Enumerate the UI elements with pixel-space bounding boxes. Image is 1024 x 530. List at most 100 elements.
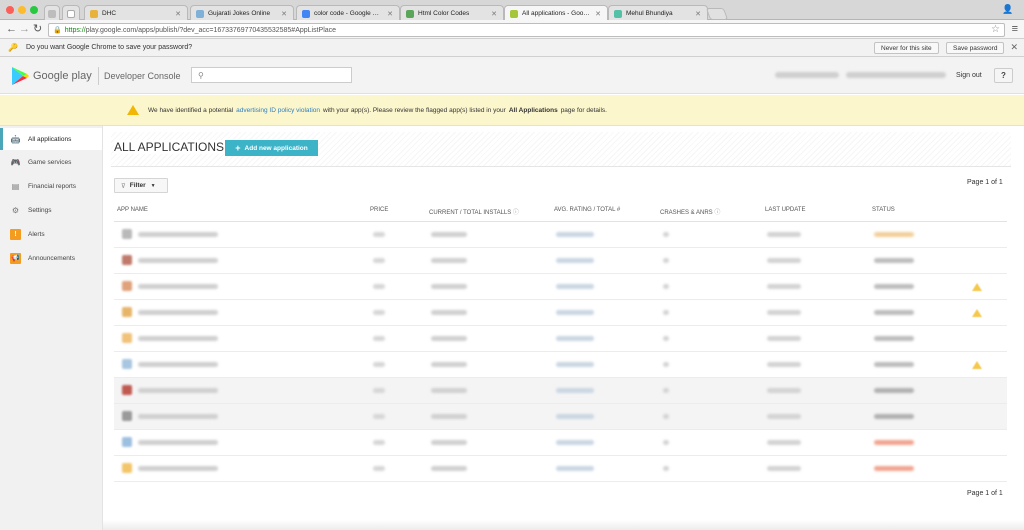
crashes-cell xyxy=(663,310,669,315)
row-warning-icon[interactable] xyxy=(972,309,982,317)
sidebar-item-label: Settings xyxy=(28,206,52,214)
main-content: ALL APPLICATIONS + Add new application ⊽… xyxy=(103,126,1024,530)
brand-name: Google play xyxy=(33,70,92,82)
sign-out-link[interactable]: Sign out xyxy=(956,72,982,79)
sidebar-item-announcements[interactable]: 📢 Announcements xyxy=(0,247,102,269)
zoom-window-button[interactable] xyxy=(30,6,38,14)
price-cell xyxy=(373,336,385,341)
app-name-cell xyxy=(138,362,218,367)
installs-cell xyxy=(431,440,467,445)
table-row[interactable] xyxy=(114,352,1007,378)
rating-cell xyxy=(556,258,594,263)
sidebar-item-financial-reports[interactable]: ▤ Financial reports xyxy=(0,175,102,197)
close-window-button[interactable] xyxy=(6,6,14,14)
reports-icon: ▤ xyxy=(11,181,20,191)
page-title-bar: ALL APPLICATIONS + Add new application xyxy=(111,132,1011,167)
chrome-menu-icon[interactable]: ≡ xyxy=(1012,23,1018,35)
column-last-update[interactable]: LAST UPDATE xyxy=(765,207,805,213)
close-icon[interactable]: ✕ xyxy=(175,10,181,18)
user-icon[interactable]: 👤 xyxy=(1002,4,1013,14)
last-update-cell xyxy=(767,414,801,419)
app-icon xyxy=(122,359,132,369)
app-icon xyxy=(122,255,132,265)
row-warning-icon[interactable] xyxy=(972,361,982,369)
new-tab-button[interactable] xyxy=(705,8,729,20)
sidebar-item-label: Announcements xyxy=(28,254,75,262)
all-applications-emphasis: All Applications xyxy=(508,106,558,114)
table-row[interactable] xyxy=(114,326,1007,352)
sidebar-item-settings[interactable]: ⚙ Settings xyxy=(0,199,102,221)
back-arrow-icon[interactable]: ← xyxy=(6,23,17,35)
rating-cell xyxy=(556,310,594,315)
browser-tab[interactable]: Html Color Codes ✕ xyxy=(400,5,504,21)
app-icon xyxy=(122,333,132,343)
app-name-cell xyxy=(138,388,218,393)
browser-tab[interactable]: Mehul Bhundiya ✕ xyxy=(608,5,708,21)
sidebar-item-alerts[interactable]: ! Alerts xyxy=(0,223,102,245)
info-icon[interactable]: ⓘ xyxy=(513,210,519,216)
sidebar: 🤖 All applications 🎮 Game services ▤ Fin… xyxy=(0,126,103,530)
forward-arrow-icon[interactable]: → xyxy=(19,23,30,35)
table-row[interactable] xyxy=(114,274,1007,300)
never-save-button[interactable]: Never for this site xyxy=(874,42,939,54)
close-icon[interactable]: ✕ xyxy=(595,10,601,18)
google-icon xyxy=(302,9,310,18)
tab-favicon-icon xyxy=(48,9,56,18)
column-installs[interactable]: CURRENT / TOTAL INSTALLS ⓘ xyxy=(429,207,519,216)
megaphone-icon: 📢 xyxy=(10,252,21,264)
browser-tab[interactable] xyxy=(62,5,80,21)
column-crashes[interactable]: CRASHES & ANRS ⓘ xyxy=(660,207,720,216)
table-row[interactable] xyxy=(114,456,1007,482)
column-status[interactable]: STATUS xyxy=(872,207,895,213)
sidebar-item-all-applications[interactable]: 🤖 All applications xyxy=(0,128,102,150)
table-row[interactable] xyxy=(114,430,1007,456)
bookmark-star-icon[interactable]: ☆ xyxy=(991,24,1000,35)
installs-cell xyxy=(431,232,467,237)
rating-cell xyxy=(556,466,594,471)
sidebar-item-game-services[interactable]: 🎮 Game services xyxy=(0,151,102,173)
browser-tab[interactable]: Gujarati Jokes Online ✕ xyxy=(190,5,294,21)
table-row[interactable] xyxy=(114,248,1007,274)
search-input[interactable]: ⚲ xyxy=(191,67,352,83)
crashes-cell xyxy=(663,284,669,289)
browser-tab-active[interactable]: All applications - Google P ✕ xyxy=(504,5,608,21)
reload-icon[interactable]: ↻ xyxy=(33,23,42,35)
column-rating[interactable]: AVG. RATING / TOTAL # xyxy=(554,207,620,213)
policy-violation-link[interactable]: advertising ID policy violation xyxy=(236,107,320,114)
close-icon[interactable]: ✕ xyxy=(281,10,287,18)
close-icon[interactable]: ✕ xyxy=(387,10,393,18)
row-warning-icon[interactable] xyxy=(972,283,982,291)
browser-tab[interactable]: color code - Google Searc ✕ xyxy=(296,5,400,21)
help-button[interactable]: ? xyxy=(994,68,1013,83)
add-new-application-button[interactable]: + Add new application xyxy=(225,140,318,156)
app-name-cell xyxy=(138,336,218,341)
sidebar-item-label: Financial reports xyxy=(28,182,77,190)
table-row[interactable] xyxy=(114,404,1007,430)
close-icon[interactable]: ✕ xyxy=(491,10,497,18)
warning-text: page for details. xyxy=(560,106,607,114)
table-row[interactable] xyxy=(114,300,1007,326)
app-name-cell xyxy=(138,310,218,315)
pagination-top: Page 1 of 1 xyxy=(967,179,1003,186)
last-update-cell xyxy=(767,362,801,367)
column-app-name[interactable]: APP NAME xyxy=(117,207,148,213)
browser-tab[interactable] xyxy=(44,5,60,21)
table-row[interactable] xyxy=(114,378,1007,404)
column-price[interactable]: PRICE xyxy=(370,207,388,213)
info-icon[interactable]: ⓘ xyxy=(714,210,720,216)
filter-dropdown[interactable]: ⊽ Filter ▼ xyxy=(114,178,168,193)
close-icon[interactable]: ✕ xyxy=(695,10,701,18)
rating-cell xyxy=(556,414,594,419)
sidebar-item-label: Alerts xyxy=(28,230,45,238)
rating-cell xyxy=(556,284,594,289)
search-icon: ⚲ xyxy=(198,70,204,80)
save-password-button[interactable]: Save password xyxy=(946,42,1005,54)
tab-favicon-icon xyxy=(90,9,98,18)
close-icon[interactable]: ✕ xyxy=(1010,42,1018,53)
crashes-cell xyxy=(663,258,669,263)
url-input[interactable]: 🔒 https:// play.google.com/apps/publish/… xyxy=(48,23,1005,37)
minimize-window-button[interactable] xyxy=(18,6,26,14)
browser-tab[interactable]: DHC ✕ xyxy=(84,5,188,21)
google-play-logo-icon[interactable] xyxy=(12,67,29,85)
table-row[interactable] xyxy=(114,222,1007,248)
